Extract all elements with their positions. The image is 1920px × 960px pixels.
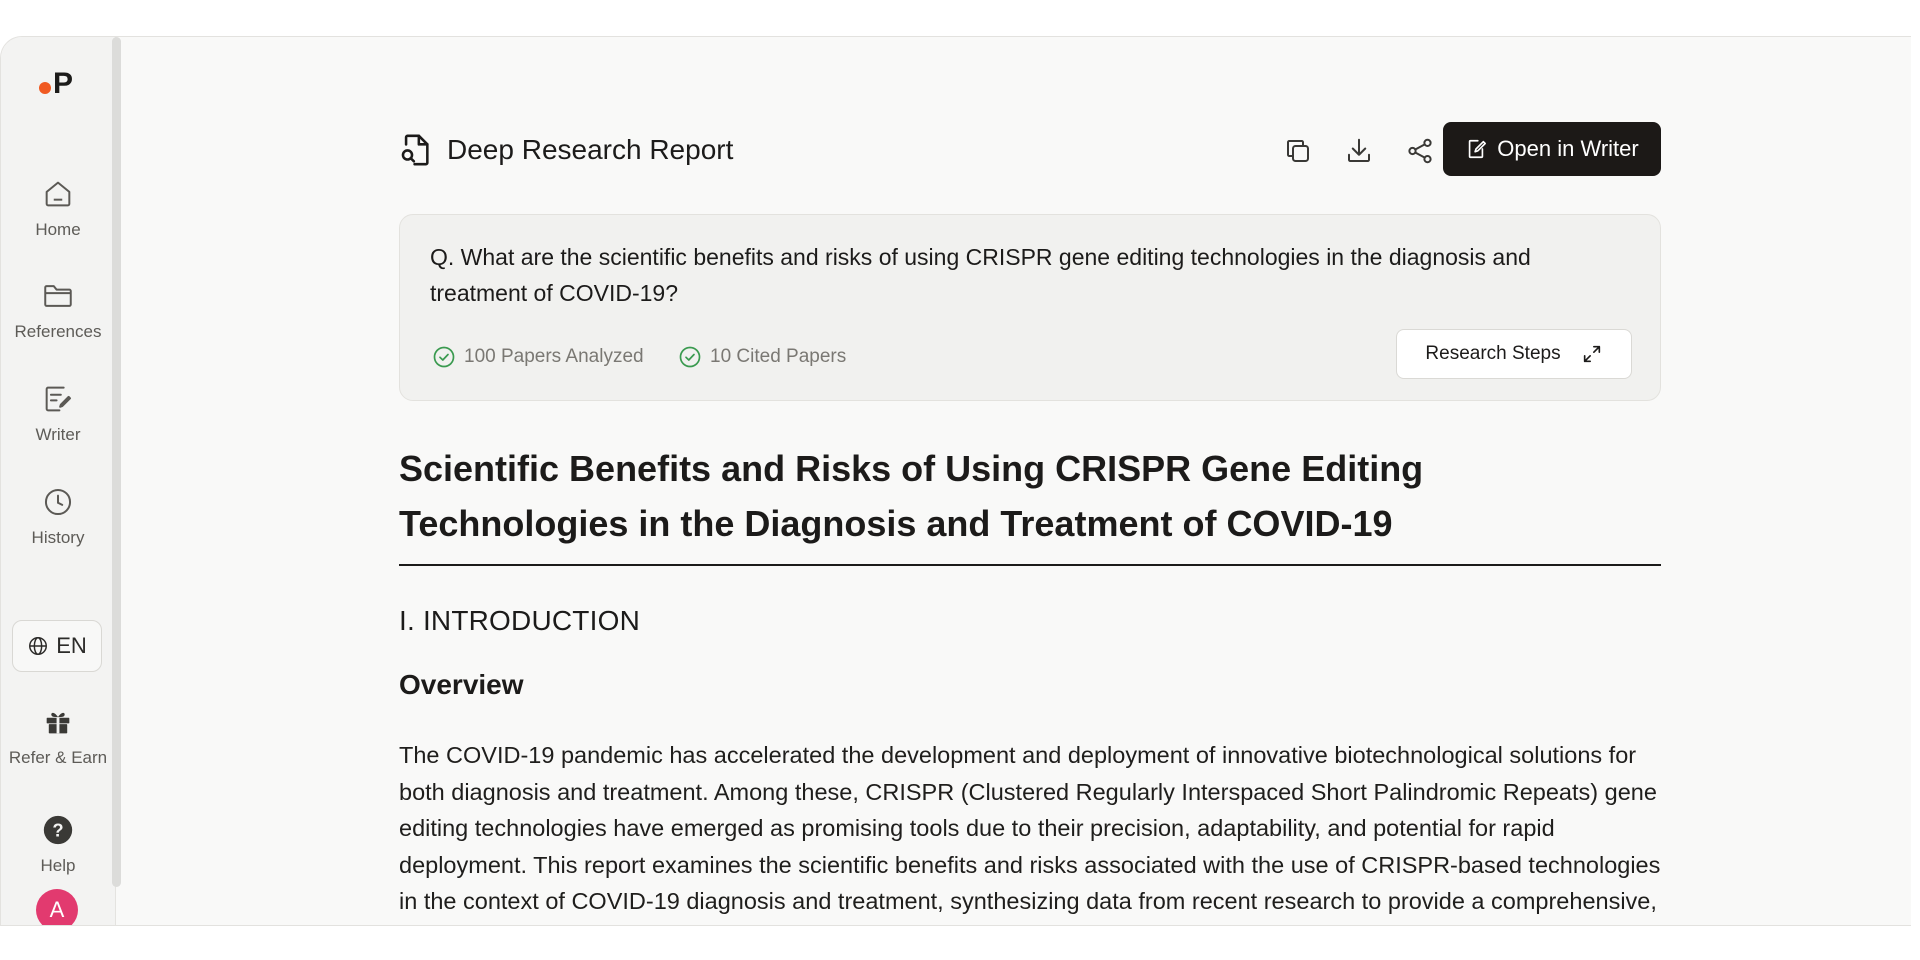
- clock-icon: [44, 488, 72, 516]
- user-avatar[interactable]: A: [36, 889, 78, 925]
- sidebar: P Home References Writer History EN Refe…: [1, 37, 116, 925]
- logo-letter: P: [53, 67, 74, 100]
- sidebar-scrollbar[interactable]: [112, 37, 121, 887]
- gift-icon: [46, 712, 70, 734]
- sidebar-item-label: References: [14, 322, 102, 341]
- writer-icon: [45, 386, 72, 412]
- report-header: Deep Research Report Open in Writer: [399, 122, 1661, 178]
- download-icon: [1348, 138, 1370, 162]
- check-circle-icon: [433, 346, 455, 368]
- language-label: EN: [56, 633, 87, 658]
- app-window: P Home References Writer History EN Refe…: [0, 36, 1911, 926]
- overview-paragraph: The COVID-19 pandemic has accelerated th…: [399, 742, 1661, 925]
- language-selector[interactable]: EN: [12, 620, 102, 672]
- sidebar-item-help[interactable]: ? Help: [1, 813, 115, 876]
- sidebar-item-label: Refer & Earn: [8, 748, 108, 767]
- section-heading: I. INTRODUCTION: [399, 605, 640, 636]
- sidebar-item-history[interactable]: History: [1, 485, 115, 548]
- sidebar-item-references[interactable]: References: [1, 279, 115, 342]
- page-title: Deep Research Report: [447, 134, 734, 165]
- research-steps-button[interactable]: Research Steps: [1396, 329, 1632, 379]
- sidebar-item-label: Help: [40, 856, 76, 875]
- share-icon: [1408, 138, 1432, 164]
- stat-label: 100 Papers Analyzed: [464, 346, 644, 367]
- papers-analyzed-stat: 100 Papers Analyzed: [432, 345, 644, 369]
- download-button[interactable]: [1340, 132, 1378, 170]
- expand-icon: [1583, 345, 1600, 363]
- research-question: Q. What are the scientific benefits and …: [430, 244, 1531, 306]
- check-circle-icon: [679, 346, 701, 368]
- sidebar-item-refer-earn[interactable]: Refer & Earn: [1, 705, 115, 768]
- app-logo[interactable]: P: [39, 67, 73, 101]
- report-heading: Scientific Benefits and Risks of Using C…: [399, 448, 1424, 544]
- avatar-initial: A: [49, 897, 65, 922]
- globe-icon: [29, 637, 48, 655]
- research-report-icon: [401, 134, 429, 166]
- copy-button[interactable]: [1279, 132, 1317, 170]
- cited-papers-stat: 10 Cited Papers: [678, 345, 846, 369]
- sidebar-item-home[interactable]: Home: [1, 177, 115, 240]
- svg-text:?: ?: [52, 819, 63, 840]
- home-icon: [45, 181, 71, 207]
- help-icon: ?: [43, 815, 73, 845]
- question-card: Q. What are the scientific benefits and …: [399, 214, 1661, 401]
- sidebar-item-label: History: [31, 528, 85, 547]
- sidebar-item-label: Writer: [35, 425, 81, 444]
- sidebar-item-writer[interactable]: Writer: [1, 382, 115, 445]
- share-button[interactable]: [1401, 132, 1439, 170]
- logo-dot: [39, 82, 51, 94]
- subsection-heading: Overview: [399, 669, 524, 700]
- heading-divider: [399, 564, 1661, 566]
- report-title-group: Deep Research Report: [399, 122, 733, 178]
- open-in-writer-label: Open in Writer: [1497, 136, 1639, 161]
- open-in-writer-button[interactable]: Open in Writer: [1443, 122, 1661, 176]
- sidebar-item-label: Home: [35, 220, 81, 239]
- edit-document-icon: [1469, 139, 1487, 159]
- folder-icon: [44, 285, 72, 307]
- copy-icon: [1287, 140, 1309, 162]
- stat-label: 10 Cited Papers: [710, 346, 847, 367]
- research-steps-label: Research Steps: [1425, 343, 1561, 364]
